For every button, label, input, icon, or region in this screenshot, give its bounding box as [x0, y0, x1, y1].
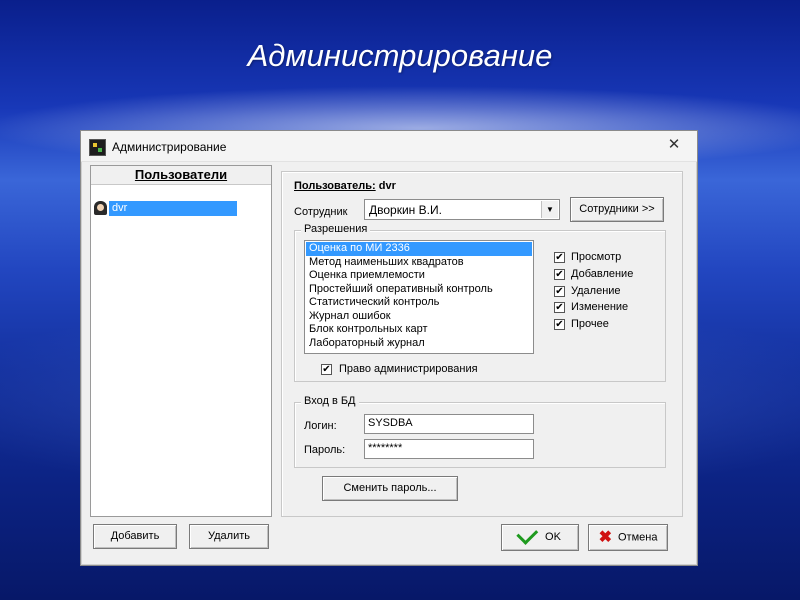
window-title: Администрирование — [112, 140, 227, 154]
permission-item[interactable]: Лабораторный журнал — [306, 337, 532, 351]
close-x-icon: ✖ — [598, 529, 612, 546]
permission-item[interactable]: Оценка приемлемости — [306, 269, 532, 283]
users-list[interactable]: Пользователи dvr — [90, 165, 272, 517]
permission-checkbox-label: Добавление — [571, 267, 634, 280]
ok-button[interactable]: OK — [501, 522, 579, 551]
permission-checkbox-label: Удаление — [571, 284, 621, 297]
cancel-button[interactable]: ✖ Отмена — [588, 524, 668, 551]
employee-label: Сотрудник — [294, 206, 348, 218]
permission-checkbox[interactable]: ✔ — [554, 302, 565, 314]
permission-checkbox-label: Изменение — [571, 301, 629, 314]
permission-checkbox[interactable]: ✔ — [554, 285, 565, 297]
title-bar: Администрирование ✕ — [81, 131, 697, 162]
change-password-button[interactable]: Сменить пароль... — [322, 476, 458, 501]
permission-item[interactable]: Блок контрольных карт — [306, 323, 532, 337]
admin-right-checkbox[interactable]: ✔ — [321, 364, 332, 375]
permission-checkbox-label: Прочее — [571, 318, 609, 331]
permissions-list[interactable]: Оценка по МИ 2336 Метод наименьших квадра… — [304, 240, 534, 354]
permission-checkbox[interactable]: ✔ — [554, 319, 565, 331]
login-input[interactable]: SYSDBA — [364, 414, 534, 434]
dropdown-arrow-icon[interactable]: ▼ — [541, 201, 558, 218]
slide-title: Администрирование — [247, 38, 553, 73]
users-header: Пользователи — [91, 166, 271, 185]
employees-button[interactable]: Сотрудники >> — [570, 197, 664, 222]
permission-item[interactable]: Метод наименьших квадратов — [306, 256, 532, 270]
checkmark-icon — [516, 522, 539, 545]
admin-right-label: Право администрирования — [339, 363, 478, 375]
password-label: Пароль: — [304, 444, 346, 456]
user-icon — [94, 201, 107, 215]
login-label: Логин: — [304, 420, 337, 432]
permission-checkbox[interactable]: ✔ — [554, 268, 565, 280]
permission-checkbox[interactable]: ✔ — [554, 252, 565, 263]
permission-item[interactable]: Статистический контроль — [306, 296, 532, 310]
permission-checkbox-label: Просмотр — [571, 251, 622, 263]
ok-label: OK — [545, 531, 561, 543]
employee-select[interactable]: Дворкин В.И. ▼ — [364, 199, 560, 220]
current-user: Пользователь: dvr — [294, 180, 396, 192]
user-value: dvr — [378, 180, 396, 192]
user-label: Пользователь: — [294, 180, 376, 192]
user-row[interactable]: dvr — [93, 201, 238, 216]
permission-item[interactable]: Журнал ошибок — [306, 310, 532, 324]
app-icon — [89, 139, 106, 156]
db-login-legend: Вход в БД — [301, 395, 359, 407]
permission-item[interactable]: Оценка по МИ 2336 — [306, 242, 532, 256]
admin-window: Администрирование ✕ Пользователи dvr Доб… — [80, 130, 698, 566]
delete-user-button[interactable]: Удалить — [189, 524, 269, 549]
cancel-label: Отмена — [617, 531, 658, 544]
password-input[interactable]: ******** — [364, 439, 534, 459]
close-button[interactable]: ✕ — [661, 135, 687, 155]
employee-value: Дворкин В.И. — [369, 203, 442, 217]
permission-item[interactable]: Простейший оперативный контроль — [306, 283, 532, 297]
user-login: dvr — [109, 201, 237, 216]
add-user-button[interactable]: Добавить — [93, 524, 177, 549]
permissions-legend: Разрешения — [301, 223, 371, 235]
